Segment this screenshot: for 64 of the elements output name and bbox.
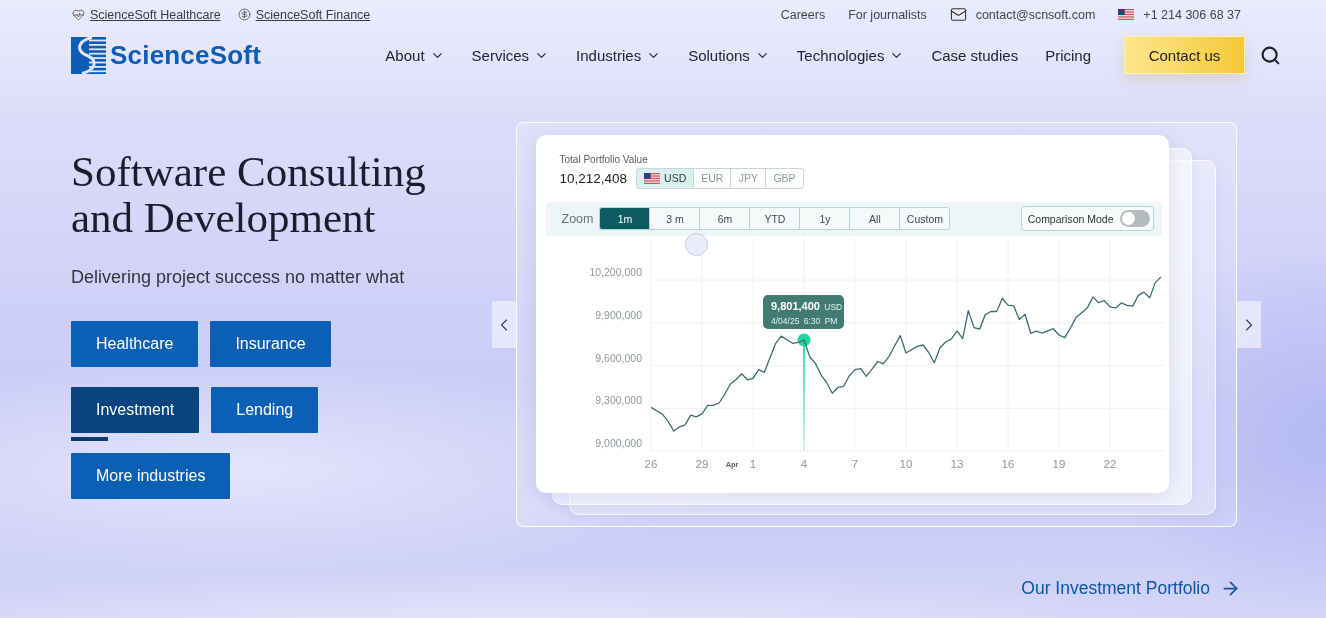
x-axis-label: 29 — [695, 457, 708, 470]
nav-item[interactable]: About — [385, 46, 445, 64]
zoom-option[interactable]: 6m — [699, 207, 751, 230]
tab-indicator — [71, 437, 108, 441]
utility-link[interactable]: For journalists — [848, 7, 927, 22]
tooltip-date: 4/04/25 6:30 PM — [771, 315, 839, 328]
search-button[interactable] — [1260, 44, 1281, 66]
zoom-option[interactable]: 1m — [599, 207, 651, 230]
phone-link[interactable]: +1 214 306 68 37 — [1118, 7, 1241, 22]
hover-point-icon — [797, 333, 810, 346]
zoom-option[interactable]: 1y — [799, 207, 851, 230]
zoom-label: Zoom — [561, 211, 594, 226]
tooltip-value: 9,801,400 USD — [771, 300, 844, 314]
currency-option[interactable]: USD — [636, 167, 695, 189]
nav-item[interactable]: Services — [471, 46, 550, 64]
hero-subtitle: Delivering project success no matter what — [71, 266, 406, 289]
nav-item[interactable]: Industries — [576, 46, 662, 64]
industry-tab[interactable]: Healthcare — [71, 321, 199, 367]
x-axis-label: 22 — [1103, 457, 1116, 470]
email-link[interactable]: contact@scnsoft.com — [949, 6, 1096, 23]
x-axis-label: 7 — [851, 457, 858, 470]
y-axis-label: 10,200,000 — [588, 265, 642, 278]
portfolio-link[interactable]: Our Investment Portfolio — [1021, 576, 1241, 600]
previous-button[interactable] — [492, 301, 516, 348]
nav-item[interactable]: Solutions — [688, 46, 770, 64]
zoom-option[interactable]: YTD — [749, 207, 801, 230]
industry-tab[interactable]: Insurance — [210, 321, 331, 367]
industry-tab[interactable]: Investment — [71, 387, 200, 433]
zoom-option[interactable]: 3 m — [649, 207, 701, 230]
logo-mark-icon — [71, 36, 106, 74]
x-axis-label: 19 — [1052, 457, 1065, 470]
nav-item[interactable]: Case studies — [931, 46, 1019, 64]
site-link[interactable]: ScienceSoft Finance — [237, 7, 371, 22]
us-flag-icon — [1118, 9, 1135, 20]
y-axis-label: 9,600,000 — [594, 351, 642, 363]
search-icon — [1260, 44, 1281, 66]
nav-item[interactable]: Technologies — [796, 46, 905, 64]
nav-item[interactable]: Pricing — [1045, 46, 1091, 64]
y-axis-label: 9,000,000 — [594, 436, 642, 449]
x-axis-label: 13 — [950, 457, 963, 470]
y-axis-label: 9,900,000 — [594, 308, 642, 321]
zoom-option[interactable]: Custom — [899, 207, 951, 230]
comparison-label: Comparison Mode — [1027, 212, 1114, 225]
industry-tab[interactable]: More industries — [71, 453, 231, 499]
industry-tab[interactable]: Lending — [211, 387, 319, 433]
portfolio-value: 10,212,408 — [559, 170, 628, 186]
zoom-option[interactable]: All — [849, 207, 901, 230]
hero-title: Software Consulting and Development — [71, 149, 427, 241]
heart-pulse-icon — [72, 8, 85, 21]
logo[interactable]: ScienceSoft — [71, 36, 262, 74]
mail-icon — [949, 6, 967, 23]
y-axis-label: 9,300,000 — [594, 393, 642, 406]
contact-button[interactable]: Contact us — [1124, 36, 1245, 74]
portfolio-label: Total Portfolio Value — [559, 152, 648, 166]
next-button[interactable] — [1237, 301, 1261, 348]
dollar-circle-icon — [237, 8, 251, 21]
x-axis-label: 1 — [749, 457, 756, 470]
x-axis-label: 16 — [1001, 457, 1014, 470]
x-axis-label: 10 — [899, 457, 912, 470]
comparison-toggle[interactable] — [1119, 210, 1150, 227]
x-axis-label: 26 — [644, 457, 657, 470]
site-link[interactable]: ScienceSoft Healthcare — [72, 7, 221, 22]
x-axis-label: 4 — [800, 457, 807, 470]
utility-link[interactable]: Careers — [780, 7, 826, 22]
